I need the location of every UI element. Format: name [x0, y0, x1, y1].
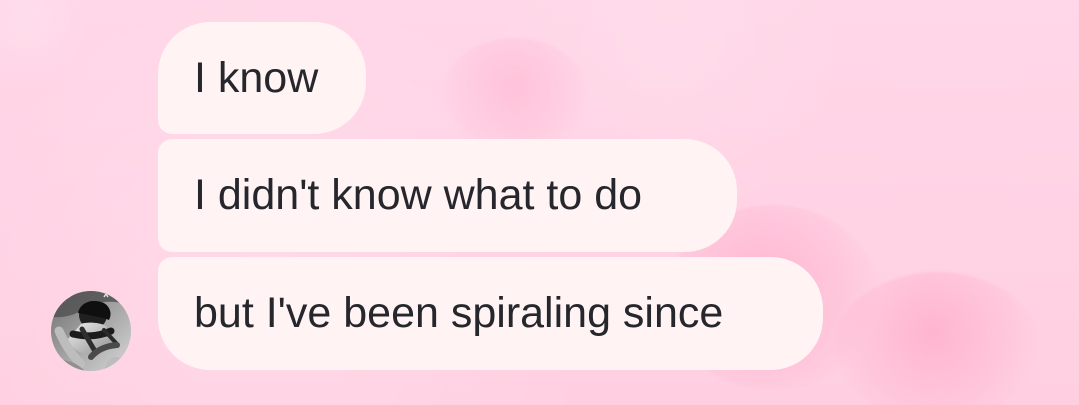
- message-text: but I've been spiraling since: [194, 289, 724, 337]
- message-text: I didn't know what to do: [194, 171, 643, 219]
- user-avatar-icon: [51, 291, 131, 371]
- message-bubble[interactable]: but I've been spiraling since: [158, 257, 823, 370]
- message-bubble[interactable]: I didn't know what to do: [158, 139, 737, 252]
- message-bubble[interactable]: I know: [158, 22, 366, 134]
- background-heart-blob: [0, 0, 105, 75]
- message-text: I know: [194, 53, 319, 102]
- background-heart-blob: [835, 272, 1040, 405]
- sender-avatar[interactable]: [51, 291, 131, 371]
